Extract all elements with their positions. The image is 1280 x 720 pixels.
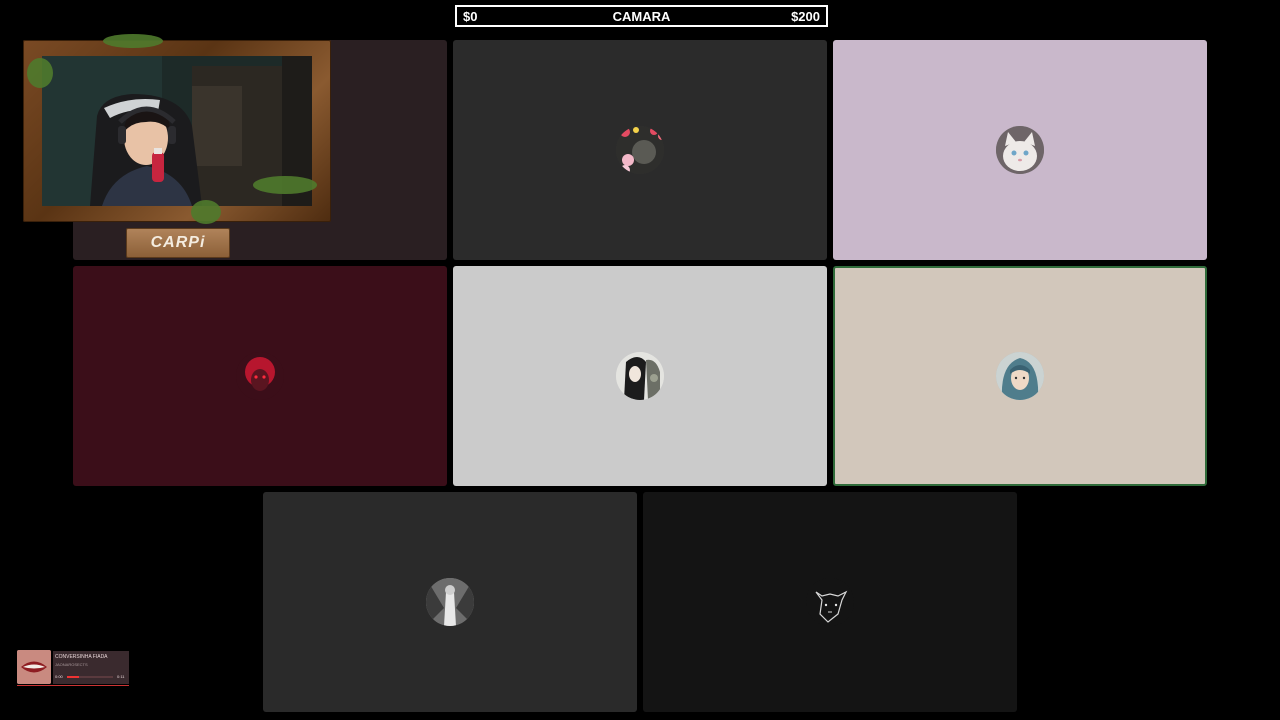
song-cover-image — [17, 650, 51, 684]
participant-avatar — [616, 126, 664, 174]
now-playing-widget: CONVERSINHA FIADA JAONAROSECTS 0:00 0:11 — [17, 650, 129, 686]
participant-tile-3[interactable] — [833, 40, 1207, 260]
camera-goal-bar: $0 CAMARA $200 — [455, 5, 828, 27]
participant-tile-6[interactable] — [833, 266, 1207, 486]
vine-decoration — [27, 58, 53, 88]
participant-tile-7[interactable] — [263, 492, 637, 712]
participant-avatar — [806, 578, 854, 626]
widget-accent-line — [17, 685, 129, 686]
song-progress-track — [67, 676, 113, 678]
participant-tile-4[interactable] — [73, 266, 447, 486]
goal-current-amount: $0 — [463, 8, 478, 24]
streamer-name: CARPi — [150, 234, 206, 251]
participant-tile-5[interactable] — [453, 266, 827, 486]
vine-decoration — [253, 176, 317, 194]
song-elapsed-time: 0:00 — [55, 674, 63, 679]
webcam-frame — [23, 34, 331, 224]
goal-title: CAMARA — [612, 8, 671, 24]
participant-avatar — [996, 126, 1044, 174]
participant-avatar — [236, 352, 284, 400]
song-title: CONVERSINHA FIADA — [55, 654, 108, 660]
participant-avatar — [426, 578, 474, 626]
participant-tile-2[interactable] — [453, 40, 827, 260]
song-duration: 0:11 — [117, 674, 125, 679]
participant-tile-8[interactable] — [643, 492, 1017, 712]
participant-avatar — [996, 352, 1044, 400]
song-artist: JAONAROSECTS — [55, 662, 88, 667]
vine-decoration — [191, 200, 221, 224]
goal-target-amount: $200 — [791, 8, 820, 24]
song-progress-fill — [67, 676, 79, 678]
song-info-panel: CONVERSINHA FIADA JAONAROSECTS 0:00 0:11 — [53, 651, 129, 684]
vine-decoration — [103, 34, 163, 48]
streamer-name-plate: CARPi — [126, 228, 230, 258]
participant-avatar — [616, 352, 664, 400]
